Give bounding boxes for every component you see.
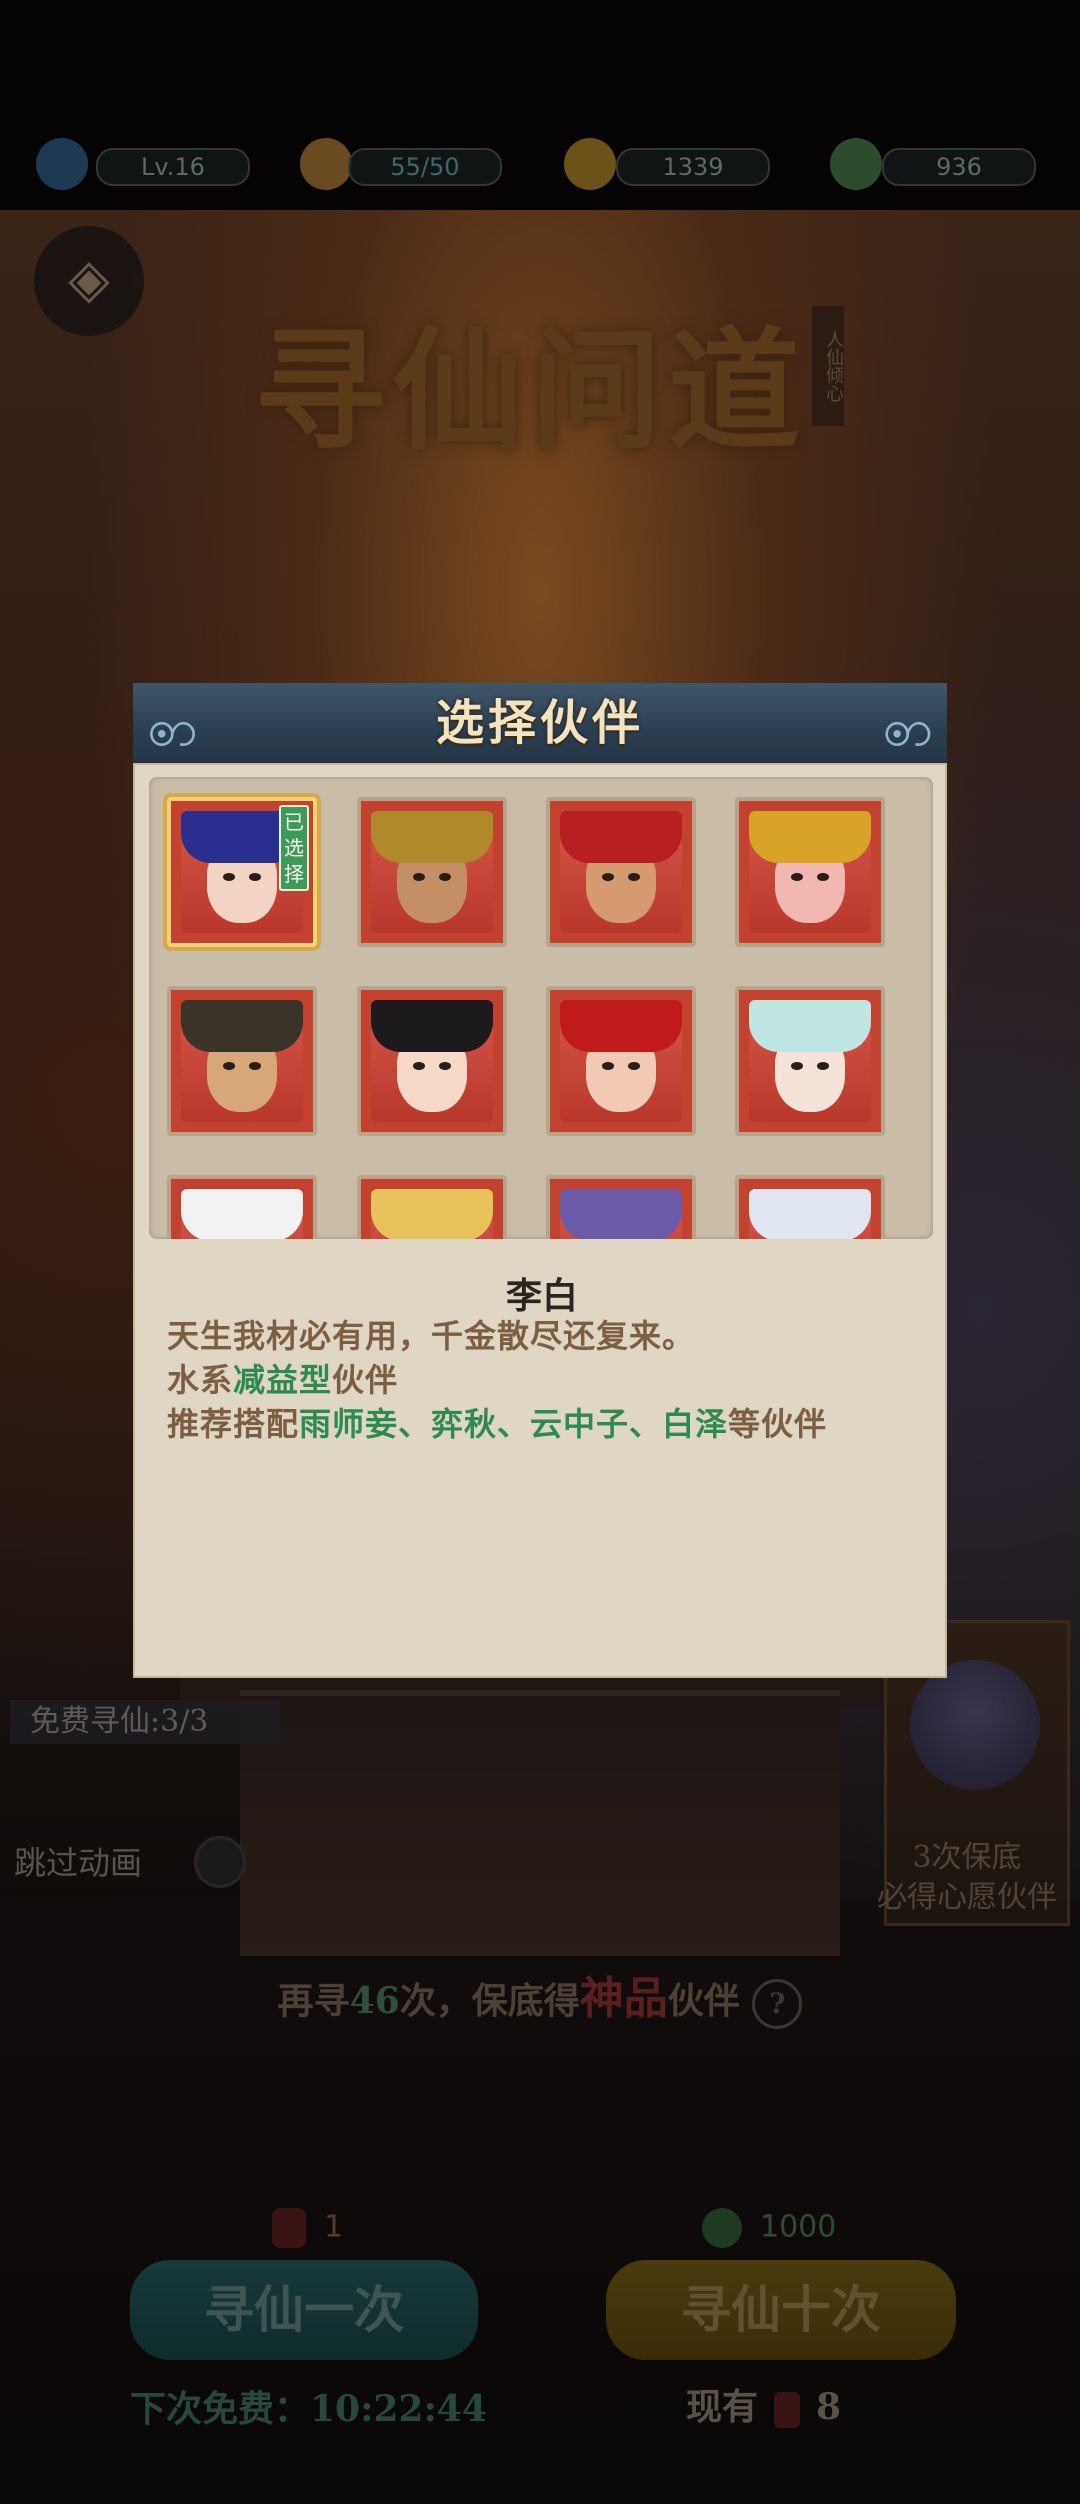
stamina-icon: [300, 138, 352, 190]
partner-portrait[interactable]: [546, 986, 696, 1136]
single-cost: 1: [272, 2208, 343, 2248]
event-title: 寻仙问道: [254, 314, 806, 469]
portrait-hair: [181, 1000, 303, 1052]
portrait-hair: [749, 811, 871, 863]
recommend-highlight: 雨师妾、弈秋、云中子、白泽: [299, 1405, 729, 1443]
ticket-icon: [774, 2392, 801, 2428]
jade-display[interactable]: 936: [882, 148, 1036, 186]
portrait-hair: [181, 1189, 303, 1239]
partner-grid[interactable]: 已选择: [149, 777, 933, 1239]
wish-line-2: 必得心愿伙伴: [877, 1880, 1057, 1915]
portrait-hair: [560, 1189, 682, 1239]
recommend-prefix: 推荐搭配: [167, 1405, 300, 1443]
wish-partner-avatar: [910, 1660, 1040, 1790]
single-cost-value: 1: [324, 2209, 344, 2245]
help-icon[interactable]: ?: [752, 1979, 803, 2029]
portrait-eye: [249, 1062, 261, 1070]
coin-display[interactable]: 1339: [616, 148, 770, 186]
stamina-display[interactable]: 55/50: [348, 148, 502, 186]
skip-animation-label: 跳过动画: [14, 1844, 143, 1882]
selected-badge: 已选择: [279, 805, 309, 891]
dialog-header: ꩦ ꩦ 选择伙伴: [133, 683, 947, 766]
partner-portrait[interactable]: 已选择: [167, 797, 317, 947]
owned-tickets: 现有 8: [686, 2378, 841, 2430]
jade-cost-icon: [702, 2208, 742, 2248]
guarantee-middle: 次，保底得: [399, 1980, 580, 2022]
owned-value: 8: [816, 2386, 842, 2428]
partner-portrait[interactable]: [167, 986, 317, 1136]
palace-building: [240, 1690, 840, 1956]
owned-label: 现有: [686, 2386, 759, 2428]
partner-portrait[interactable]: [735, 797, 885, 947]
back-arrow-icon: ◈: [68, 247, 110, 310]
partner-portrait[interactable]: [735, 986, 885, 1136]
portrait-hair: [749, 1000, 871, 1052]
title-seal: 人仙倾心: [812, 306, 844, 426]
level-display: Lv.16: [96, 148, 250, 186]
partner-quote: 天生我材必有用，千金散尽还复来。: [167, 1317, 696, 1355]
portrait-eye: [791, 873, 803, 881]
portrait-hair: [371, 1000, 493, 1052]
ten-cost-value: 1000: [760, 2209, 837, 2245]
portrait-hair: [560, 1000, 682, 1052]
portrait-hair: [371, 1189, 493, 1239]
dialog-body: 已选择 李白 天生我材必有用，千金散尽还复来。 水系减益型伙伴 推荐搭配雨师妾、…: [133, 763, 947, 1678]
partner-recommend: 推荐搭配雨师妾、弈秋、云中子、白泽等伙伴: [167, 1399, 827, 1445]
partner-type: 水系减益型伙伴: [167, 1355, 398, 1401]
dialog-title: 选择伙伴: [435, 695, 644, 751]
guarantee-rarity: 神品: [579, 1973, 668, 2024]
partner-portrait[interactable]: [546, 1175, 696, 1239]
portrait-hair: [749, 1189, 871, 1239]
portrait-eye: [439, 1062, 451, 1070]
portrait-eye: [413, 873, 425, 881]
partner-portrait[interactable]: [357, 1175, 507, 1239]
portrait-eye: [249, 873, 261, 881]
guarantee-count: 46: [349, 1980, 400, 2022]
portrait-eye: [817, 873, 829, 881]
portrait-eye: [602, 873, 614, 881]
portrait-eye: [223, 873, 235, 881]
guarantee-suffix: 伙伴: [667, 1980, 740, 2022]
back-button[interactable]: ◈: [34, 226, 144, 336]
free-search-count: 免费寻仙:3/3: [10, 1700, 280, 1744]
type-prefix: 水系: [167, 1361, 234, 1399]
wish-partner-text: 3次保底 必得心愿伙伴: [862, 1838, 1072, 1918]
portrait-eye: [223, 1062, 235, 1070]
jade-icon: [830, 138, 882, 190]
guarantee-text: 再寻46次，保底得神品伙伴 ?: [180, 1962, 900, 2029]
ticket-icon: [272, 2208, 306, 2248]
guarantee-prefix: 再寻: [277, 1980, 350, 2022]
recommend-suffix: 等伙伴: [728, 1405, 828, 1443]
partner-portrait[interactable]: [357, 797, 507, 947]
portrait-eye: [628, 1062, 640, 1070]
type-suffix: 伙伴: [332, 1361, 399, 1399]
portrait-eye: [817, 1062, 829, 1070]
portrait-hair: [371, 811, 493, 863]
partner-portrait[interactable]: [167, 1175, 317, 1239]
portrait-eye: [439, 873, 451, 881]
next-free-timer: 下次免费：10:22:44: [130, 2388, 487, 2430]
skip-animation-toggle[interactable]: [194, 1836, 246, 1888]
search-once-button[interactable]: 寻仙一次: [130, 2260, 478, 2360]
portrait-eye: [602, 1062, 614, 1070]
partner-portrait[interactable]: [546, 797, 696, 947]
portrait-eye: [413, 1062, 425, 1070]
level-icon: [36, 138, 88, 190]
search-ten-button[interactable]: 寻仙十次: [606, 2260, 956, 2360]
partner-portrait[interactable]: [735, 1175, 885, 1239]
portrait-eye: [628, 873, 640, 881]
portrait-eye: [791, 1062, 803, 1070]
type-highlight: 减益型: [233, 1361, 333, 1399]
portrait-hair: [560, 811, 682, 863]
coin-icon: [564, 138, 616, 190]
wish-line-1: 3次保底: [912, 1840, 1022, 1875]
select-partner-dialog: ꩦ ꩦ 选择伙伴 已选择 李白 天生我材必有用，千金散尽还复来。 水系减益型伙伴…: [133, 683, 947, 1678]
ten-cost: 1000: [702, 2208, 836, 2248]
partner-portrait[interactable]: [357, 986, 507, 1136]
